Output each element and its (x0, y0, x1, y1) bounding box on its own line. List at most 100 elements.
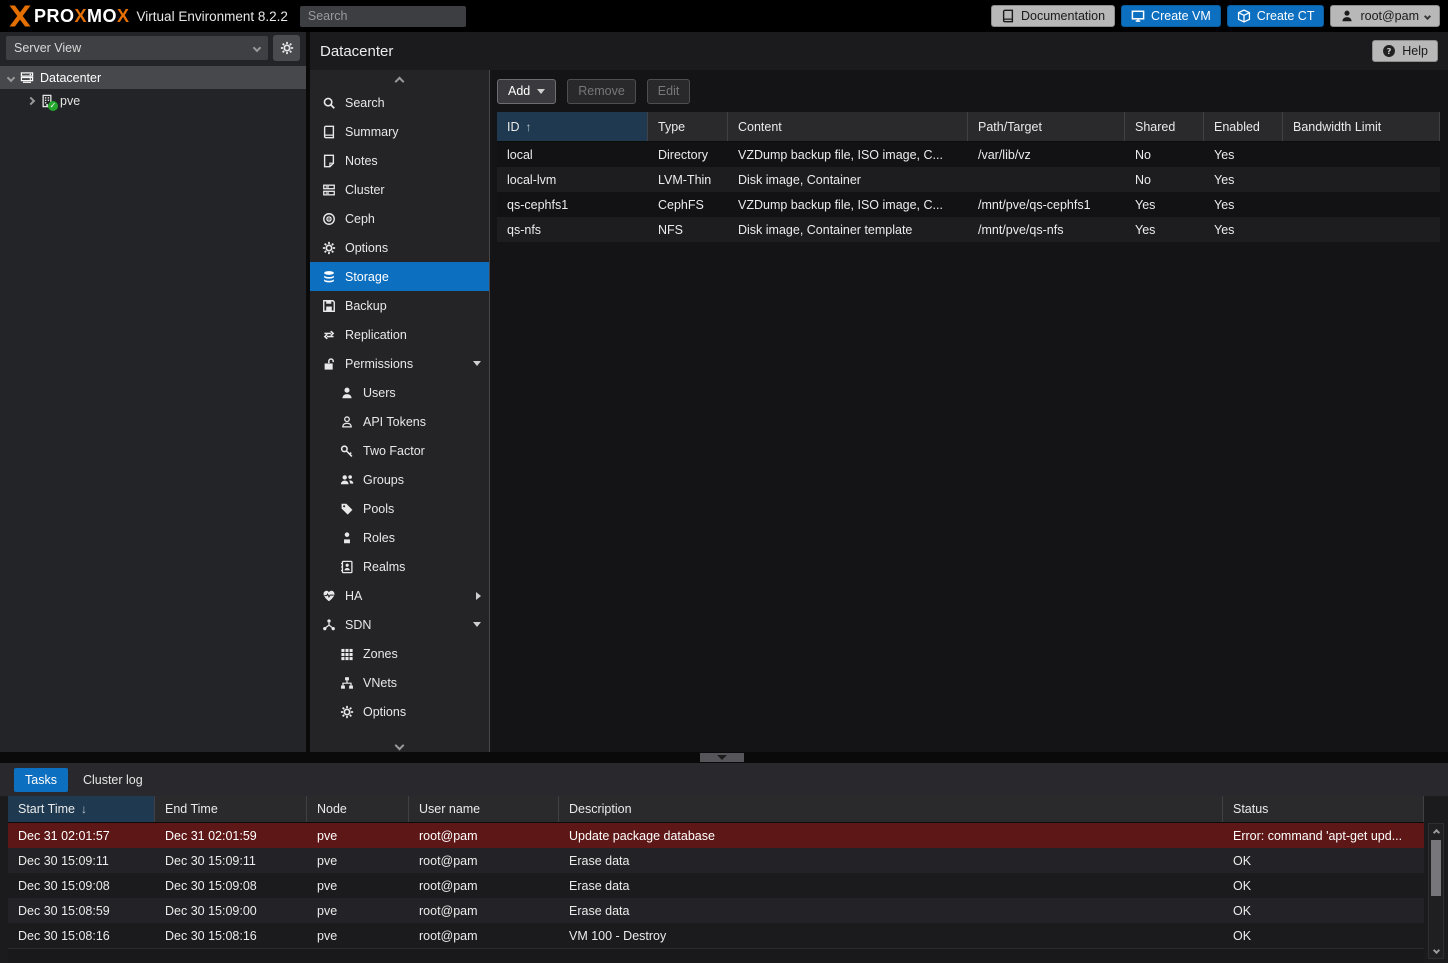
nav-item-notes[interactable]: Notes (310, 146, 489, 175)
nav-item-zones[interactable]: Zones (310, 639, 489, 668)
content-header: Datacenter ? Help (310, 32, 1448, 70)
nav-item-sdn[interactable]: SDN (310, 610, 489, 639)
tab-tasks[interactable]: Tasks (14, 767, 68, 792)
log-tab-bar: Tasks Cluster log (0, 763, 1448, 796)
log-panel: Tasks Cluster log Start Time ↓ End Time N… (0, 763, 1448, 963)
column-header-id[interactable]: ID ↑ (497, 112, 648, 141)
chevron-down-icon (1423, 12, 1432, 20)
chevron-down-icon (394, 740, 405, 750)
nav-item-replication[interactable]: Replication (310, 320, 489, 349)
column-header-enabled[interactable]: Enabled (1204, 112, 1283, 141)
nav-item-api-tokens[interactable]: API Tokens (310, 407, 489, 436)
top-bar: PROXMOX Virtual Environment 8.2.2 Docume… (0, 0, 1448, 32)
nav-item-options[interactable]: Options (310, 233, 489, 262)
task-row[interactable]: Dec 30 15:08:59 Dec 30 15:09:00 pve root@pa… (8, 898, 1424, 923)
sidebar-settings-button[interactable] (273, 35, 300, 61)
view-select[interactable]: Server View (6, 36, 268, 60)
main-row: Server View Datacenter ✓ pve Datacenter … (0, 32, 1448, 752)
column-header-end-time[interactable]: End Time (155, 796, 307, 822)
cluster-icon (322, 183, 336, 197)
replication-icon (322, 328, 336, 342)
note-icon (322, 154, 336, 168)
column-header-type[interactable]: Type (648, 112, 728, 141)
bottom-panel-splitter[interactable] (0, 752, 1448, 763)
table-row[interactable]: local Directory VZDump backup file, ISO im… (497, 142, 1440, 167)
nav-item-two-factor[interactable]: Two Factor (310, 436, 489, 465)
tree-item-pve[interactable]: ✓ pve (0, 89, 306, 112)
column-header-user-name[interactable]: User name (409, 796, 559, 822)
nav-item-groups[interactable]: Groups (310, 465, 489, 494)
heartbeat-icon (322, 589, 336, 603)
tasks-empty-area (8, 948, 1424, 963)
expand-caret-icon (476, 591, 481, 600)
nav-scroll-down-button[interactable] (310, 738, 489, 752)
collapse-down-icon (717, 755, 727, 760)
nav-item-realms[interactable]: Realms (310, 552, 489, 581)
nav-item-search[interactable]: Search (310, 88, 489, 117)
tree-item-datacenter[interactable]: Datacenter (0, 66, 306, 89)
nav-item-pools[interactable]: Pools (310, 494, 489, 523)
building-icon: ✓ (40, 94, 58, 111)
create-ct-button[interactable]: Create CT (1226, 5, 1325, 27)
sort-desc-icon: ↓ (80, 802, 87, 816)
scroll-up-button[interactable] (1429, 824, 1443, 840)
column-header-bandwidth[interactable]: Bandwidth Limit (1283, 112, 1440, 141)
tasks-table: Start Time ↓ End Time Node User name Desc… (8, 796, 1424, 948)
table-row[interactable]: qs-nfs NFS Disk image, Container template /… (497, 217, 1440, 242)
scroll-down-button[interactable] (1429, 942, 1443, 958)
create-vm-button[interactable]: Create VM (1121, 5, 1221, 27)
version-text: Virtual Environment 8.2.2 (136, 8, 288, 24)
nav-item-sdn-options[interactable]: Options (310, 697, 489, 726)
user-menu-button[interactable]: root@pam (1330, 5, 1440, 27)
content-body: Search Summary Notes Cluster Ceph Option… (310, 70, 1448, 752)
proxmox-logo: PROXMOX Virtual Environment 8.2.2 (8, 4, 288, 28)
nav-item-roles[interactable]: Roles (310, 523, 489, 552)
column-header-shared[interactable]: Shared (1125, 112, 1204, 141)
help-button[interactable]: ? Help (1372, 40, 1438, 62)
tab-cluster-log[interactable]: Cluster log (72, 768, 154, 792)
address-book-icon (340, 560, 354, 574)
global-search-input[interactable] (299, 5, 466, 27)
add-button[interactable]: Add (497, 78, 557, 104)
storage-toolbar: Add Remove Edit (490, 70, 1448, 112)
collapse-handle[interactable] (700, 753, 744, 762)
datacenter-nav: Search Summary Notes Cluster Ceph Option… (310, 70, 490, 752)
column-header-start-time[interactable]: Start Time ↓ (8, 796, 155, 822)
grid-icon (340, 647, 354, 661)
nav-item-summary[interactable]: Summary (310, 117, 489, 146)
task-row[interactable]: Dec 30 15:08:16 Dec 30 15:08:16 pve root@pa… (8, 923, 1424, 948)
storage-table: ID ↑ Type Content Path/Target Shared Enab… (497, 112, 1440, 242)
dropdown-caret-icon (537, 88, 546, 94)
svg-text:?: ? (1387, 46, 1392, 56)
task-row-error[interactable]: Dec 31 02:01:57 Dec 31 02:01:59 pve root@pa… (8, 823, 1424, 848)
documentation-button[interactable]: Documentation (990, 5, 1116, 27)
task-row[interactable]: Dec 30 15:09:11 Dec 30 15:09:11 pve root@pa… (8, 848, 1424, 873)
brand-text: PROXMOX (34, 5, 130, 26)
column-header-content[interactable]: Content (728, 112, 968, 141)
nav-item-ceph[interactable]: Ceph (310, 204, 489, 233)
remove-button: Remove (567, 78, 636, 104)
column-header-description[interactable]: Description (559, 796, 1223, 822)
page-title: Datacenter (320, 42, 394, 60)
tasks-scrollbar[interactable] (1428, 823, 1444, 959)
nav-item-users[interactable]: Users (310, 378, 489, 407)
user-icon (1340, 9, 1354, 23)
column-header-node[interactable]: Node (307, 796, 409, 822)
nav-scroll-up-button[interactable] (310, 74, 489, 88)
table-row[interactable]: qs-cephfs1 CephFS VZDump backup file, ISO … (497, 192, 1440, 217)
nav-item-storage[interactable]: Storage (310, 262, 489, 291)
scrollbar-thumb[interactable] (1431, 840, 1441, 896)
storage-panel: Add Remove Edit ID ↑ Type Content Path/Ta… (490, 70, 1448, 752)
proxmox-x-icon (8, 4, 32, 28)
nav-item-permissions[interactable]: Permissions (310, 349, 489, 378)
task-row[interactable]: Dec 30 15:09:08 Dec 30 15:09:08 pve root@pa… (8, 873, 1424, 898)
chevron-up-icon (1432, 828, 1440, 836)
column-header-status[interactable]: Status (1223, 796, 1424, 822)
nav-item-cluster[interactable]: Cluster (310, 175, 489, 204)
nav-item-backup[interactable]: Backup (310, 291, 489, 320)
nav-item-vnets[interactable]: VNets (310, 668, 489, 697)
nav-item-ha[interactable]: HA (310, 581, 489, 610)
column-header-path[interactable]: Path/Target (968, 112, 1125, 141)
floppy-icon (322, 299, 336, 313)
table-row[interactable]: local-lvm LVM-Thin Disk image, Container No… (497, 167, 1440, 192)
